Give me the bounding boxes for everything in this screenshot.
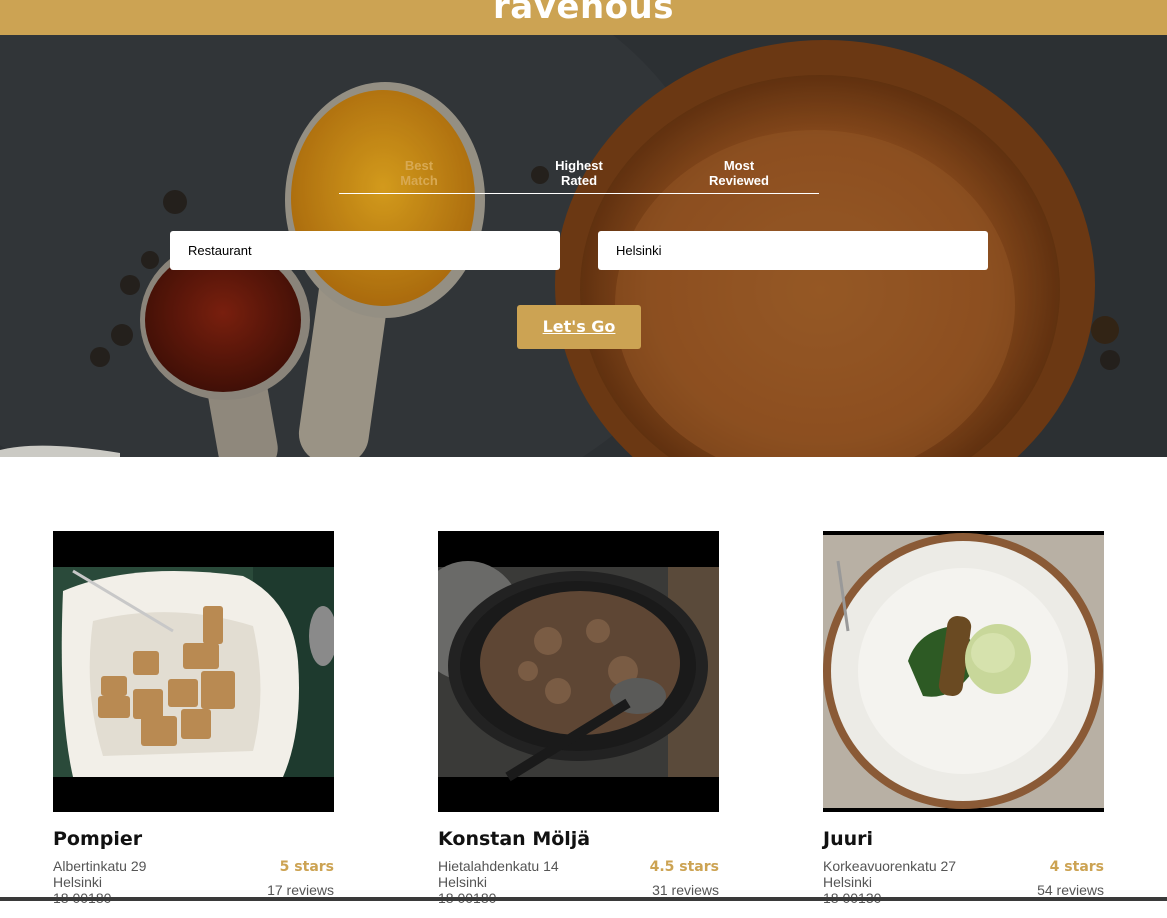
business-card[interactable]: Pompier Albertinkatu 29 Helsinki 18 0018…	[53, 531, 334, 918]
sort-option-label: Most	[723, 158, 755, 173]
business-photo[interactable]	[823, 531, 1104, 812]
business-name: Konstan Möljä	[438, 828, 591, 850]
business-card[interactable]: Konstan Möljä Hietalahdenkatu 14 Helsink…	[438, 531, 719, 918]
search-location-input[interactable]	[598, 231, 988, 270]
hero-search-section: Best Match Highest Rated Most Reviewed L…	[0, 35, 1167, 457]
business-photo[interactable]	[53, 531, 334, 812]
sort-option-best-match[interactable]: Best Match	[339, 158, 499, 188]
business-rating: 4.5 stars	[649, 859, 719, 875]
window-bottom-edge	[0, 897, 1167, 901]
business-review-count: 31 reviews	[652, 882, 719, 898]
business-review-count: 17 reviews	[267, 882, 334, 898]
sort-option-label: Match	[400, 173, 438, 188]
sort-option-most-reviewed[interactable]: Most Reviewed	[659, 158, 819, 188]
business-photo[interactable]	[438, 531, 719, 812]
business-card[interactable]: Juuri Korkeavuorenkatu 27 Helsinki 18 00…	[823, 531, 1104, 918]
business-review-count: 54 reviews	[1037, 882, 1104, 898]
business-name: Juuri	[823, 828, 874, 850]
sort-option-label: Reviewed	[709, 173, 769, 188]
sort-option-label: Rated	[560, 173, 598, 188]
lets-go-button[interactable]: Let's Go	[517, 305, 641, 349]
business-rating: 4 stars	[1049, 859, 1104, 875]
sort-options-bar: Best Match Highest Rated Most Reviewed	[339, 158, 819, 194]
sort-option-label: Highest	[555, 158, 603, 173]
search-term-input[interactable]	[170, 231, 560, 270]
sort-option-highest-rated[interactable]: Highest Rated	[499, 158, 659, 188]
sort-option-label: Best	[404, 158, 434, 173]
business-rating: 5 stars	[279, 859, 334, 875]
top-bar: ravenous	[0, 0, 1167, 35]
business-name: Pompier	[53, 828, 143, 850]
brand-logo: ravenous	[493, 0, 674, 27]
